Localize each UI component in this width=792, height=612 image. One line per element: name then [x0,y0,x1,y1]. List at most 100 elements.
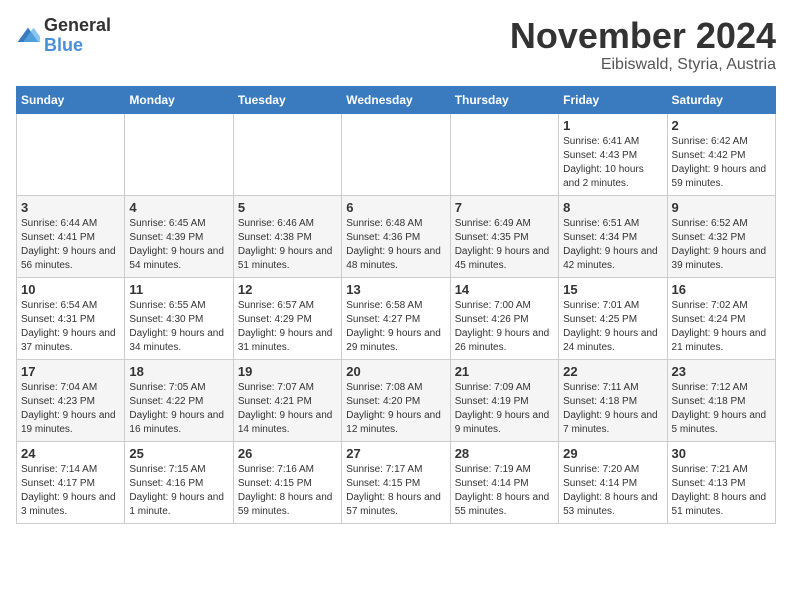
week-row-1: 3 Sunrise: 6:44 AM Sunset: 4:41 PM Daylig… [17,195,776,277]
day-cell: 14 Sunrise: 7:00 AM Sunset: 4:26 PM Dayli… [450,277,558,359]
day-info: Sunrise: 7:20 AM Sunset: 4:14 PM Dayligh… [563,463,662,519]
calendar-table: SundayMondayTuesdayWednesdayThursdayFrid… [16,86,776,524]
day-number: 9 [672,200,771,215]
day-number: 30 [672,446,771,461]
day-cell: 1 Sunrise: 6:41 AM Sunset: 4:43 PM Daylig… [559,113,667,195]
day-cell: 16 Sunrise: 7:02 AM Sunset: 4:24 PM Dayli… [667,277,775,359]
day-info: Sunrise: 7:02 AM Sunset: 4:24 PM Dayligh… [672,299,771,355]
header-cell-tuesday: Tuesday [233,86,341,113]
logo: General Blue [16,16,111,56]
day-cell: 26Sunrise: 7:16 AM Sunset: 4:15 PM Dayli… [233,441,341,523]
day-cell: 3 Sunrise: 6:44 AM Sunset: 4:41 PM Daylig… [17,195,125,277]
week-row-0: 1 Sunrise: 6:41 AM Sunset: 4:43 PM Daylig… [17,113,776,195]
day-info: Sunrise: 7:11 AM Sunset: 4:18 PM Dayligh… [563,381,662,437]
day-info: Sunrise: 6:58 AM Sunset: 4:27 PM Dayligh… [346,299,445,355]
day-info: Sunrise: 6:49 AM Sunset: 4:35 PM Dayligh… [455,217,554,273]
day-cell: 25Sunrise: 7:15 AM Sunset: 4:16 PM Dayli… [125,441,233,523]
day-info: Sunrise: 7:21 AM Sunset: 4:13 PM Dayligh… [672,463,771,519]
week-row-3: 17Sunrise: 7:04 AM Sunset: 4:23 PM Dayli… [17,359,776,441]
day-number: 8 [563,200,662,215]
day-info: Sunrise: 7:09 AM Sunset: 4:19 PM Dayligh… [455,381,554,437]
day-info: Sunrise: 7:07 AM Sunset: 4:21 PM Dayligh… [238,381,337,437]
day-number: 4 [129,200,228,215]
day-cell: 24 Sunrise: 7:14 AM Sunset: 4:17 PM Dayli… [17,441,125,523]
header-cell-sunday: Sunday [17,86,125,113]
day-number: 13 [346,282,445,297]
day-cell [17,113,125,195]
day-number: 23 [672,364,771,379]
day-cell: 20Sunrise: 7:08 AM Sunset: 4:20 PM Dayli… [342,359,450,441]
day-number: 16 [672,282,771,297]
day-cell: 17Sunrise: 7:04 AM Sunset: 4:23 PM Dayli… [17,359,125,441]
day-cell: 13 Sunrise: 6:58 AM Sunset: 4:27 PM Dayli… [342,277,450,359]
logo-text: General Blue [44,16,111,56]
day-cell: 6 Sunrise: 6:48 AM Sunset: 4:36 PM Daylig… [342,195,450,277]
day-number: 27 [346,446,445,461]
day-info: Sunrise: 6:54 AM Sunset: 4:31 PM Dayligh… [21,299,120,355]
day-info: Sunrise: 6:51 AM Sunset: 4:34 PM Dayligh… [563,217,662,273]
month-title: November 2024 [510,16,776,56]
day-info: Sunrise: 7:17 AM Sunset: 4:15 PM Dayligh… [346,463,445,519]
day-cell: 22 Sunrise: 7:11 AM Sunset: 4:18 PM Dayli… [559,359,667,441]
day-number: 12 [238,282,337,297]
day-info: Sunrise: 6:42 AM Sunset: 4:42 PM Dayligh… [672,135,771,191]
day-number: 5 [238,200,337,215]
header-cell-thursday: Thursday [450,86,558,113]
day-cell: 4Sunrise: 6:45 AM Sunset: 4:39 PM Daylig… [125,195,233,277]
calendar-header: SundayMondayTuesdayWednesdayThursdayFrid… [17,86,776,113]
day-cell: 23 Sunrise: 7:12 AM Sunset: 4:18 PM Dayli… [667,359,775,441]
day-number: 24 [21,446,120,461]
header-row: SundayMondayTuesdayWednesdayThursdayFrid… [17,86,776,113]
week-row-4: 24 Sunrise: 7:14 AM Sunset: 4:17 PM Dayli… [17,441,776,523]
calendar-body: 1 Sunrise: 6:41 AM Sunset: 4:43 PM Daylig… [17,113,776,523]
logo-icon [16,26,40,46]
day-info: Sunrise: 7:01 AM Sunset: 4:25 PM Dayligh… [563,299,662,355]
day-number: 11 [129,282,228,297]
logo-general: General [44,15,111,35]
header-cell-saturday: Saturday [667,86,775,113]
day-cell: 28 Sunrise: 7:19 AM Sunset: 4:14 PM Dayli… [450,441,558,523]
header-cell-monday: Monday [125,86,233,113]
title-area: November 2024 Eibiswald, Styria, Austria [510,16,776,74]
day-number: 15 [563,282,662,297]
day-number: 7 [455,200,554,215]
day-info: Sunrise: 7:14 AM Sunset: 4:17 PM Dayligh… [21,463,120,519]
day-info: Sunrise: 7:00 AM Sunset: 4:26 PM Dayligh… [455,299,554,355]
day-cell [450,113,558,195]
day-cell: 27 Sunrise: 7:17 AM Sunset: 4:15 PM Dayli… [342,441,450,523]
day-number: 6 [346,200,445,215]
day-cell: 7 Sunrise: 6:49 AM Sunset: 4:35 PM Daylig… [450,195,558,277]
day-number: 19 [238,364,337,379]
day-info: Sunrise: 6:48 AM Sunset: 4:36 PM Dayligh… [346,217,445,273]
day-info: Sunrise: 6:57 AM Sunset: 4:29 PM Dayligh… [238,299,337,355]
day-number: 22 [563,364,662,379]
week-row-2: 10 Sunrise: 6:54 AM Sunset: 4:31 PM Dayli… [17,277,776,359]
day-cell [342,113,450,195]
day-info: Sunrise: 7:16 AM Sunset: 4:15 PM Dayligh… [238,463,337,519]
day-cell: 21Sunrise: 7:09 AM Sunset: 4:19 PM Dayli… [450,359,558,441]
day-cell: 2 Sunrise: 6:42 AM Sunset: 4:42 PM Daylig… [667,113,775,195]
day-info: Sunrise: 7:19 AM Sunset: 4:14 PM Dayligh… [455,463,554,519]
day-cell: 11Sunrise: 6:55 AM Sunset: 4:30 PM Dayli… [125,277,233,359]
day-info: Sunrise: 6:44 AM Sunset: 4:41 PM Dayligh… [21,217,120,273]
day-info: Sunrise: 6:41 AM Sunset: 4:43 PM Dayligh… [563,135,662,191]
day-cell: 9Sunrise: 6:52 AM Sunset: 4:32 PM Daylig… [667,195,775,277]
day-number: 2 [672,118,771,133]
day-number: 14 [455,282,554,297]
day-cell: 30 Sunrise: 7:21 AM Sunset: 4:13 PM Dayli… [667,441,775,523]
day-number: 28 [455,446,554,461]
day-number: 17 [21,364,120,379]
day-cell [233,113,341,195]
day-number: 3 [21,200,120,215]
day-cell: 18Sunrise: 7:05 AM Sunset: 4:22 PM Dayli… [125,359,233,441]
day-cell [125,113,233,195]
day-number: 10 [21,282,120,297]
day-cell: 15 Sunrise: 7:01 AM Sunset: 4:25 PM Dayli… [559,277,667,359]
day-cell: 29 Sunrise: 7:20 AM Sunset: 4:14 PM Dayli… [559,441,667,523]
day-number: 1 [563,118,662,133]
day-info: Sunrise: 7:12 AM Sunset: 4:18 PM Dayligh… [672,381,771,437]
day-number: 20 [346,364,445,379]
day-info: Sunrise: 7:05 AM Sunset: 4:22 PM Dayligh… [129,381,228,437]
day-number: 29 [563,446,662,461]
location-title: Eibiswald, Styria, Austria [510,56,776,74]
